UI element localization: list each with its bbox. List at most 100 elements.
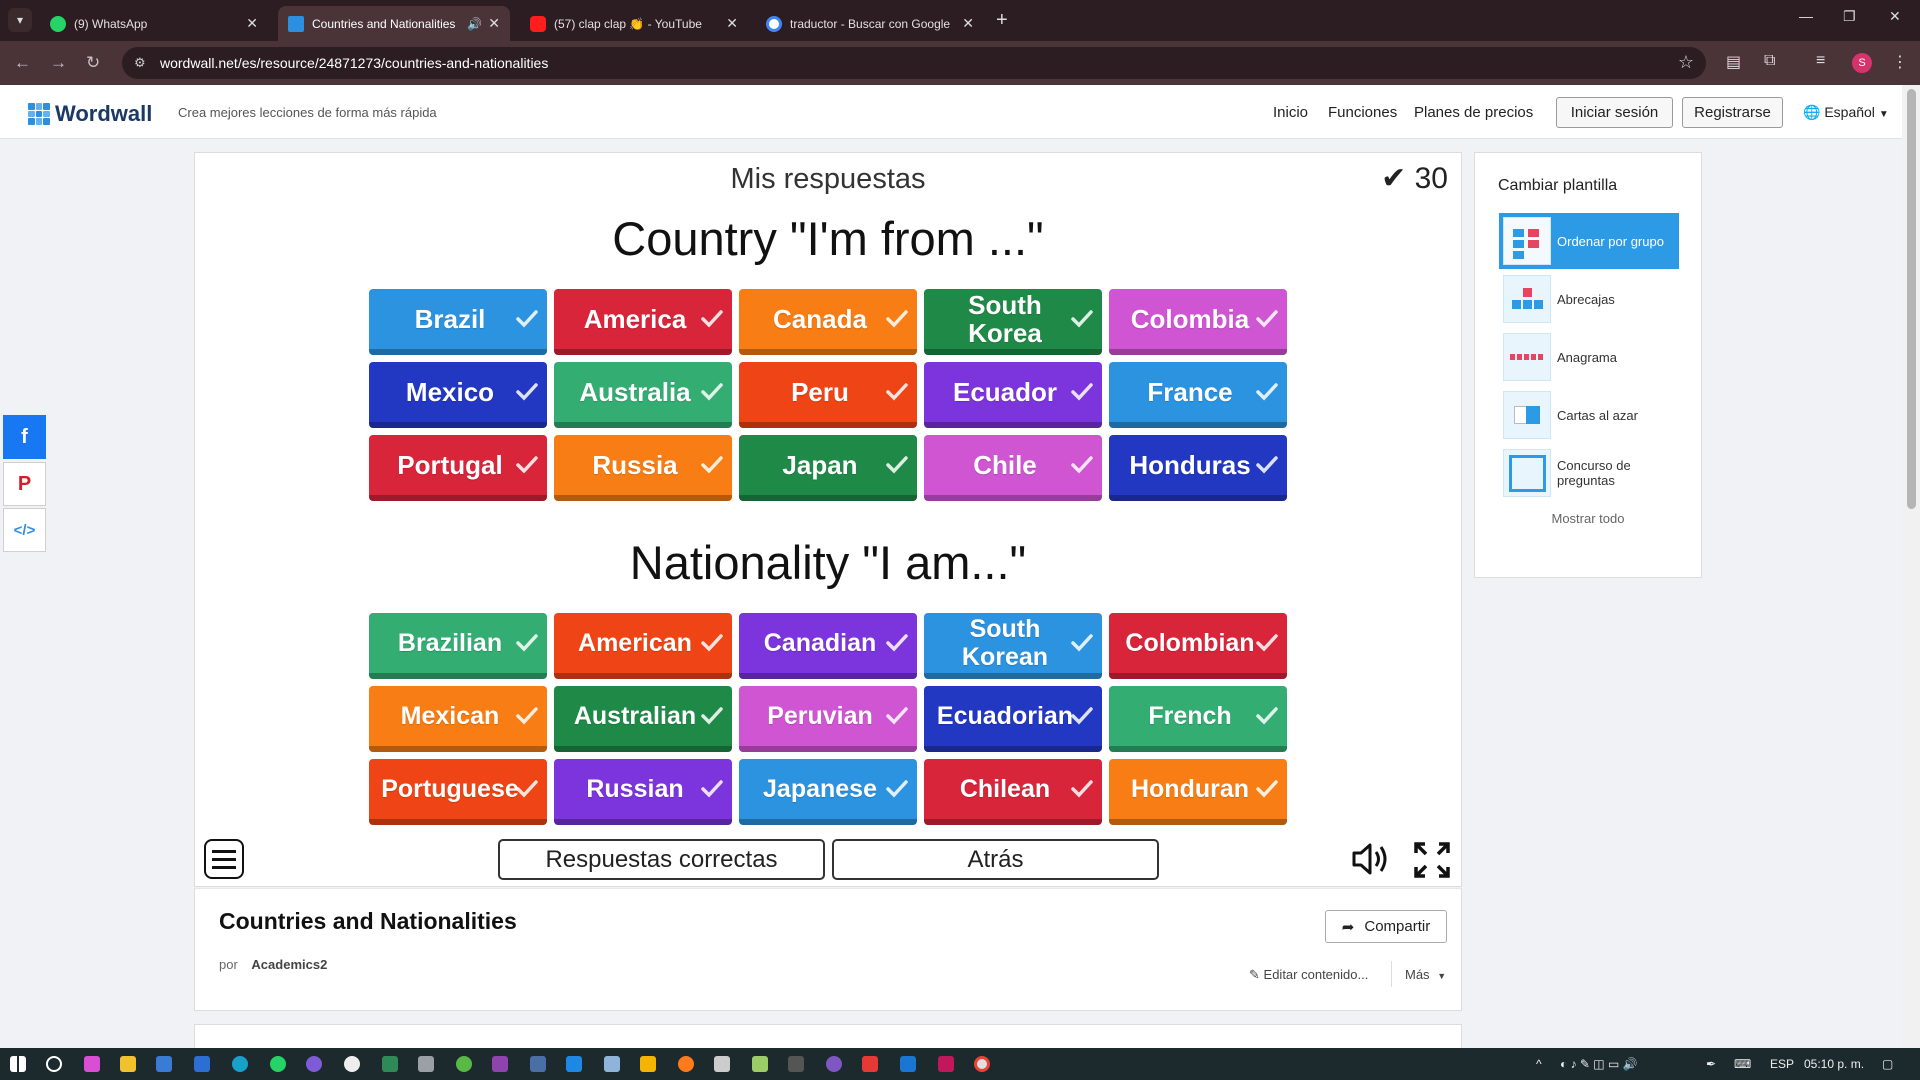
app-icon[interactable] bbox=[826, 1056, 842, 1072]
template-anagram[interactable]: Anagrama bbox=[1499, 329, 1679, 385]
more-menu[interactable]: Más ▼ bbox=[1405, 967, 1446, 982]
app-icon[interactable] bbox=[418, 1056, 434, 1072]
answer-card[interactable]: Colombian bbox=[1109, 613, 1287, 679]
template-group-sort[interactable]: Ordenar por grupo bbox=[1499, 213, 1679, 269]
answer-card[interactable]: Peru bbox=[739, 362, 917, 428]
answer-card[interactable]: Australia bbox=[554, 362, 732, 428]
answer-card[interactable]: Peruvian bbox=[739, 686, 917, 752]
template-quiz[interactable]: Concurso de preguntas bbox=[1499, 445, 1679, 501]
answer-card[interactable]: Chilean bbox=[924, 759, 1102, 825]
nav-funciones[interactable]: Funciones bbox=[1328, 104, 1397, 121]
register-button[interactable]: Registrarse bbox=[1682, 97, 1783, 128]
close-tab-icon[interactable]: ✕ bbox=[962, 15, 974, 32]
close-tab-icon[interactable]: ✕ bbox=[488, 15, 500, 32]
app-icon[interactable] bbox=[306, 1056, 322, 1072]
nav-inicio[interactable]: Inicio bbox=[1273, 104, 1308, 121]
language-indicator[interactable]: ESP bbox=[1770, 1057, 1794, 1071]
answer-card[interactable]: Australian bbox=[554, 686, 732, 752]
template-open-box[interactable]: Abrecajas bbox=[1499, 271, 1679, 327]
app-icon[interactable] bbox=[604, 1056, 620, 1072]
pen-icon[interactable]: ✒ bbox=[1706, 1057, 1716, 1071]
address-bar[interactable]: ⚙ wordwall.net/es/resource/24871273/coun… bbox=[122, 47, 1706, 79]
author-link[interactable]: Academics2 bbox=[251, 957, 327, 972]
answer-card[interactable]: Japan bbox=[739, 435, 917, 501]
media-control-icon[interactable]: ≡ bbox=[1816, 52, 1825, 70]
site-info-icon[interactable]: ⚙ bbox=[134, 55, 146, 71]
answer-card[interactable]: Japanese bbox=[739, 759, 917, 825]
notification-icon[interactable]: ▢ bbox=[1882, 1057, 1893, 1071]
answer-card[interactable]: Brazil bbox=[369, 289, 547, 355]
page-scrollbar[interactable] bbox=[1902, 85, 1920, 1048]
keyboard-icon[interactable]: ⌨ bbox=[1734, 1057, 1751, 1071]
nav-planes[interactable]: Planes de precios bbox=[1414, 104, 1533, 121]
answer-card[interactable]: South Korea bbox=[924, 289, 1102, 355]
embed-code-icon[interactable]: </> bbox=[3, 508, 46, 552]
close-window-icon[interactable]: ✕ bbox=[1889, 8, 1901, 25]
app-icon[interactable] bbox=[456, 1056, 472, 1072]
answer-card[interactable]: France bbox=[1109, 362, 1287, 428]
edge-icon[interactable] bbox=[232, 1056, 248, 1072]
bookmark-star-icon[interactable]: ☆ bbox=[1678, 52, 1694, 73]
answer-card[interactable]: Ecuador bbox=[924, 362, 1102, 428]
start-icon[interactable] bbox=[10, 1056, 26, 1072]
answer-card[interactable]: Brazilian bbox=[369, 613, 547, 679]
answer-card[interactable]: Honduran bbox=[1109, 759, 1287, 825]
show-all-link[interactable]: Mostrar todo bbox=[1475, 511, 1701, 526]
app-icon[interactable] bbox=[900, 1056, 916, 1072]
clock[interactable]: 05:10 p. m. bbox=[1804, 1057, 1864, 1071]
fullscreen-icon[interactable] bbox=[1413, 841, 1451, 879]
activity-menu-button[interactable] bbox=[204, 839, 244, 879]
language-selector[interactable]: 🌐 Español ▼ bbox=[1803, 104, 1889, 121]
wordwall-logo[interactable]: Wordwall bbox=[28, 101, 152, 127]
vscode-icon[interactable] bbox=[566, 1056, 582, 1072]
template-random-cards[interactable]: Cartas al azar bbox=[1499, 387, 1679, 443]
answer-card[interactable]: Honduras bbox=[1109, 435, 1287, 501]
answer-card[interactable]: South Korean bbox=[924, 613, 1102, 679]
whatsapp-taskbar-icon[interactable] bbox=[270, 1056, 286, 1072]
facebook-share-icon[interactable]: f bbox=[3, 415, 46, 459]
visual-studio-icon[interactable] bbox=[492, 1056, 508, 1072]
answer-card[interactable]: Portuguese bbox=[369, 759, 547, 825]
app-icon[interactable] bbox=[862, 1056, 878, 1072]
correct-answers-button[interactable]: Respuestas correctas bbox=[498, 839, 825, 880]
store-icon[interactable] bbox=[156, 1056, 172, 1072]
pinterest-share-icon[interactable]: P bbox=[3, 462, 46, 506]
answer-card[interactable]: America bbox=[554, 289, 732, 355]
answer-card[interactable]: Russian bbox=[554, 759, 732, 825]
extensions-puzzle-icon[interactable]: ⧉ bbox=[1764, 52, 1775, 70]
profile-avatar[interactable]: S bbox=[1852, 53, 1872, 73]
app-icon[interactable] bbox=[938, 1056, 954, 1072]
tab-whatsapp[interactable]: (9) WhatsApp ✕ bbox=[40, 6, 268, 41]
browser-menu-icon[interactable]: ⋮ bbox=[1892, 52, 1908, 72]
tray-chevron-icon[interactable]: ^ bbox=[1536, 1057, 1542, 1071]
reload-icon[interactable]: ↻ bbox=[86, 53, 100, 73]
tab-google[interactable]: traductor - Buscar con Google ✕ bbox=[756, 6, 984, 41]
answer-card[interactable]: Ecuadorian bbox=[924, 686, 1102, 752]
share-button[interactable]: ➦ Compartir bbox=[1325, 910, 1447, 943]
answer-card[interactable]: Portugal bbox=[369, 435, 547, 501]
answer-card[interactable]: Canada bbox=[739, 289, 917, 355]
app-icon[interactable] bbox=[678, 1056, 694, 1072]
answer-card[interactable]: French bbox=[1109, 686, 1287, 752]
volume-icon[interactable] bbox=[1351, 841, 1391, 877]
edit-content-link[interactable]: ✎ Editar contenido... bbox=[1249, 967, 1368, 983]
back-button[interactable]: Atrás bbox=[832, 839, 1159, 880]
chrome-icon[interactable] bbox=[974, 1056, 990, 1072]
file-explorer-icon[interactable] bbox=[120, 1056, 136, 1072]
scrollbar-thumb[interactable] bbox=[1907, 89, 1916, 509]
speaker-icon[interactable]: 🔊 bbox=[467, 17, 482, 31]
close-tab-icon[interactable]: ✕ bbox=[726, 15, 738, 32]
answer-card[interactable]: Chile bbox=[924, 435, 1102, 501]
close-tab-icon[interactable]: ✕ bbox=[246, 15, 258, 32]
answer-card[interactable]: Colombia bbox=[1109, 289, 1287, 355]
forward-icon[interactable]: → bbox=[50, 53, 67, 73]
answer-card[interactable]: Canadian bbox=[739, 613, 917, 679]
tab-search-button[interactable]: ▾ bbox=[8, 8, 32, 32]
tab-youtube[interactable]: (57) clap clap 👏 - YouTube ✕ bbox=[520, 6, 748, 41]
app-icon[interactable] bbox=[640, 1056, 656, 1072]
tab-wordwall[interactable]: Countries and Nationalities 🔊 ✕ bbox=[278, 6, 510, 41]
app-icon[interactable] bbox=[530, 1056, 546, 1072]
terminal-icon[interactable] bbox=[788, 1056, 804, 1072]
new-tab-button[interactable]: + bbox=[996, 9, 1008, 32]
back-icon[interactable]: ← bbox=[14, 53, 31, 73]
